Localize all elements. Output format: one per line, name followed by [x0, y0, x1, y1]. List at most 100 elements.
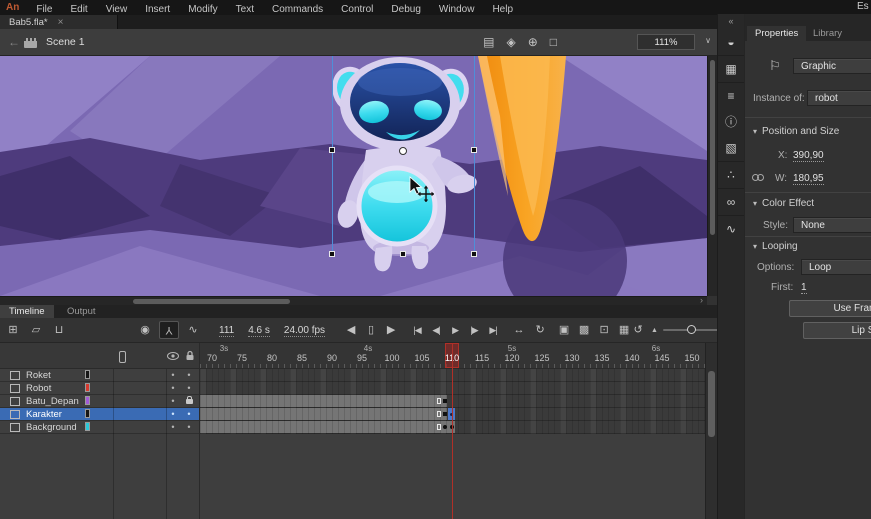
layer-row-background[interactable]: Background•• [0, 421, 200, 434]
vertical-scrollbar-thumb[interactable] [710, 60, 715, 235]
close-icon[interactable]: × [58, 17, 64, 28]
layer-visibility-dot[interactable]: • [166, 408, 180, 420]
menu-window[interactable]: Window [430, 4, 484, 15]
menu-file[interactable]: File [27, 4, 61, 15]
frame-size-slider-knob[interactable] [687, 325, 696, 334]
layer-lock-dot[interactable]: • [182, 408, 196, 420]
edit-scene-icon[interactable]: ▤ [483, 35, 494, 49]
tab-output[interactable]: Output [58, 305, 105, 318]
vertical-scrollbar[interactable] [707, 56, 717, 296]
selection-handle-left[interactable] [329, 147, 335, 153]
tab-timeline[interactable]: Timeline [0, 305, 54, 318]
color-panel-icon[interactable]: ◒ [718, 29, 744, 55]
add-camera-icon[interactable]: ◉ [138, 322, 152, 338]
tab-library[interactable]: Library [805, 26, 850, 41]
new-layer-icon[interactable]: ⊞ [6, 322, 20, 338]
center-stage-icon[interactable]: ⊕ [528, 35, 538, 49]
swatches-panel-icon[interactable]: ▦ [718, 55, 744, 82]
menu-view[interactable]: View [97, 4, 137, 15]
prev-frame-icon[interactable]: ◀| [429, 322, 443, 338]
layer-visibility-dot[interactable]: • [166, 421, 180, 433]
link-width-height-icon[interactable] [752, 174, 764, 181]
layer-row-roket[interactable]: Roket•• [0, 369, 200, 382]
menu-insert[interactable]: Insert [136, 4, 179, 15]
show-parenting-icon[interactable]: Y [159, 321, 179, 339]
transform-panel-icon[interactable]: ▧ [718, 135, 744, 161]
instance-name-field[interactable]: robot [807, 90, 871, 106]
graph-editor-icon[interactable]: ∿ [186, 322, 200, 338]
x-value[interactable]: 390,90 [793, 150, 824, 162]
loop-options-dropdown[interactable]: Loop [801, 259, 871, 275]
eye-icon[interactable] [167, 352, 179, 360]
selection-handle-bottom[interactable] [400, 251, 406, 257]
section-position-size[interactable]: ▾Position and Size [753, 126, 839, 137]
edit-symbols-icon[interactable]: ◈ [506, 35, 515, 49]
step-forward-icon[interactable]: ▶ [384, 322, 398, 338]
current-frame-icon[interactable]: ▯ [364, 322, 378, 338]
frame-rate-indicator[interactable]: 24.00 fps [284, 325, 325, 336]
horizontal-scrollbar[interactable]: › [0, 296, 707, 305]
first-frame-value[interactable]: 1 [801, 282, 807, 294]
back-icon[interactable]: ← [8, 35, 20, 49]
document-tab[interactable]: Bab5.fla* × [0, 15, 118, 29]
layer-lock-icon[interactable] [186, 399, 193, 404]
go-first-frame-icon[interactable]: |◀ [410, 322, 424, 338]
section-looping[interactable]: ▾Looping [753, 241, 798, 252]
style-dropdown[interactable]: None [793, 217, 871, 233]
history-panel-icon[interactable]: ∿ [718, 215, 744, 242]
w-value[interactable]: 180,95 [793, 173, 824, 185]
layer-visibility-dot[interactable]: • [166, 382, 180, 394]
info-panel-icon[interactable]: ⓘ [718, 109, 744, 135]
loop-range-icon[interactable]: ↻ [533, 322, 547, 338]
zoom-out-frames-icon[interactable]: ▲ [651, 327, 657, 334]
collapse-panels-icon[interactable]: « [718, 14, 744, 29]
selection-handle-bottom-right[interactable] [471, 251, 477, 257]
layer-lock-dot[interactable]: • [182, 421, 196, 433]
go-last-frame-icon[interactable]: ▶| [486, 322, 500, 338]
layer-visibility-dot[interactable]: • [166, 395, 180, 407]
modify-markers-icon[interactable]: ▦ [617, 322, 631, 338]
cc-libraries-panel-icon[interactable]: ∞ [718, 188, 744, 215]
symbol-type-dropdown[interactable]: Graphic [793, 58, 871, 74]
horizontal-scrollbar-thumb[interactable] [133, 299, 290, 304]
elapsed-time-indicator[interactable]: 4.6 s [248, 325, 270, 336]
menu-modify[interactable]: Modify [179, 4, 226, 15]
delete-layer-icon[interactable]: ⊔ [52, 322, 66, 338]
align-panel-icon[interactable]: ≡ [718, 82, 744, 109]
step-back-icon[interactable]: ◀ [344, 322, 358, 338]
menu-commands[interactable]: Commands [263, 4, 332, 15]
clip-content-icon[interactable]: □ [550, 35, 557, 49]
menu-text[interactable]: Text [227, 4, 263, 15]
menu-help[interactable]: Help [483, 4, 522, 15]
layer-row-robot[interactable]: Robot•• [0, 382, 200, 395]
onion-outlines-icon[interactable]: ▩ [577, 322, 591, 338]
layer-row-karakter[interactable]: Karakter•• [0, 408, 200, 421]
menu-edit[interactable]: Edit [61, 4, 96, 15]
selection-handle-right[interactable] [471, 147, 477, 153]
playhead-line[interactable] [452, 343, 453, 519]
loop-playback-icon[interactable]: ↔ [512, 322, 526, 338]
transformation-point[interactable] [399, 147, 407, 155]
scroll-right-icon[interactable]: › [700, 295, 703, 305]
next-frame-icon[interactable]: |▶ [467, 322, 481, 338]
lock-icon[interactable] [185, 350, 195, 361]
layer-lock-dot[interactable]: • [182, 382, 196, 394]
menu-control[interactable]: Control [332, 4, 382, 15]
reset-timeline-zoom-icon[interactable]: ↺ [631, 322, 645, 338]
menu-debug[interactable]: Debug [382, 4, 429, 15]
brush-library-panel-icon[interactable]: ∴ [718, 161, 744, 188]
stage-zoom-select[interactable]: 111% [637, 34, 695, 50]
lip-syncing-button[interactable]: Lip S [803, 322, 871, 339]
layer-row-batu_depan[interactable]: Batu_Depan• [0, 395, 200, 408]
tab-properties[interactable]: Properties [747, 26, 806, 41]
selection-edge-right[interactable] [474, 56, 475, 255]
timeline-vertical-scrollbar[interactable] [705, 343, 717, 519]
layer-visibility-dot[interactable]: • [166, 369, 180, 381]
layer-lock-dot[interactable]: • [182, 369, 196, 381]
workspace-switcher[interactable]: Es [857, 1, 871, 12]
edit-multiple-frames-icon[interactable]: ⊡ [597, 322, 611, 338]
stage-canvas[interactable] [0, 56, 707, 296]
play-icon[interactable]: ▶ [448, 322, 462, 338]
timeline-scrollbar-thumb[interactable] [708, 371, 715, 437]
onion-skin-icon[interactable]: ▣ [557, 322, 571, 338]
